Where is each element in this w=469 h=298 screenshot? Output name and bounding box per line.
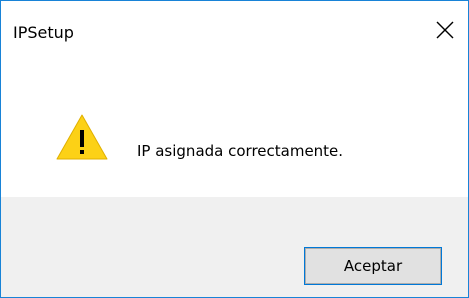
window-title: IPSetup [13,23,74,42]
accept-button[interactable]: Aceptar [304,247,442,285]
dialog-content: IP asignada correctamente. [1,61,468,197]
warning-icon [56,114,108,160]
close-icon [436,21,454,39]
title-bar[interactable]: IPSetup [1,1,468,61]
button-bar: Aceptar [1,197,468,297]
close-button[interactable] [420,11,468,51]
message-dialog: IPSetup IP asignada correctamente. Acept… [0,0,469,298]
message-text: IP asignada correctamente. [137,142,344,160]
